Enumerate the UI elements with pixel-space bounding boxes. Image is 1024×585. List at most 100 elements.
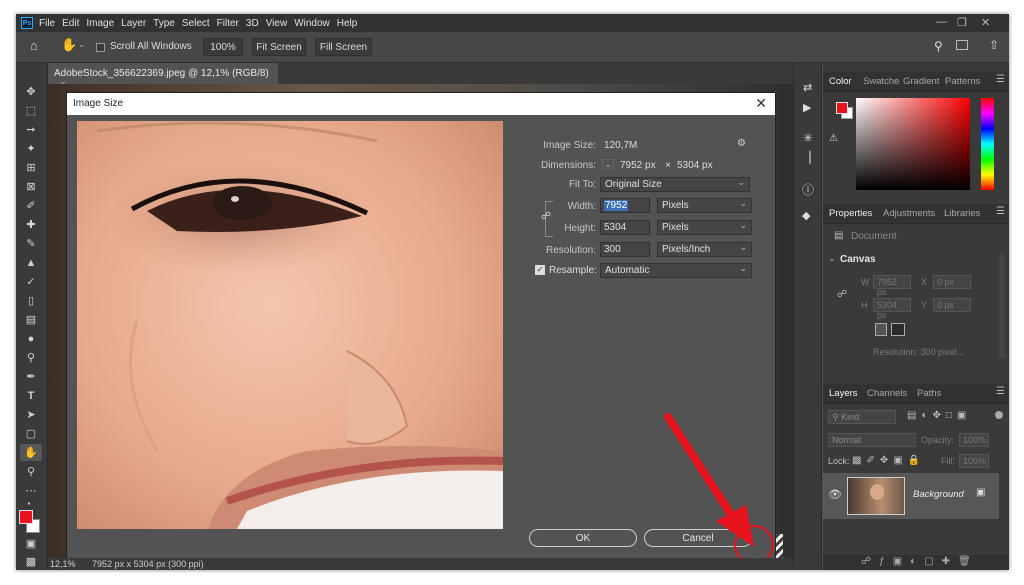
hue-slider[interactable] <box>981 98 994 190</box>
workspace-icon[interactable] <box>956 40 968 50</box>
resample-select[interactable]: Automatic ⌄ <box>600 263 752 278</box>
panel-menu-icon[interactable]: ☰ <box>996 386 1005 397</box>
width-unit-select[interactable]: Pixels ⌄ <box>657 198 752 213</box>
fill-screen-button[interactable]: Fill Screen <box>315 38 372 56</box>
menu-type[interactable]: Type <box>153 18 175 29</box>
healing-brush-icon[interactable]: ✚ <box>20 216 42 233</box>
glyphs-icon[interactable]: ▕ <box>802 151 810 164</box>
rectangle-tool-icon[interactable]: ▢ <box>20 425 42 442</box>
document-tab[interactable]: AdobeStock_356622369.jpeg @ 12,1% (RGB/8… <box>48 63 278 90</box>
panel-menu-icon[interactable]: ☰ <box>996 206 1005 217</box>
blur-tool-icon[interactable]: ● <box>20 330 42 347</box>
gradient-tool-icon[interactable]: ▤ <box>20 311 42 328</box>
actions-icon[interactable]: ▶ <box>803 101 811 114</box>
properties-scrollbar[interactable] <box>999 253 1005 358</box>
dimensions-unit-chevron-icon[interactable]: ⌄ <box>602 159 614 170</box>
pen-tool-icon[interactable]: ✒ <box>20 368 42 385</box>
zoom-tool-icon[interactable]: ⚲ <box>20 463 42 480</box>
canvas-w-field[interactable]: 7952 px <box>873 275 911 297</box>
height-unit-select[interactable]: Pixels ⌄ <box>657 220 752 235</box>
tab-paths[interactable]: Paths <box>917 388 941 399</box>
filter-toggle-icon[interactable] <box>995 411 1003 419</box>
move-tool-icon[interactable]: ✥ <box>20 83 42 100</box>
search-icon[interactable]: ⚲ <box>934 39 943 53</box>
brush-settings-icon[interactable]: ✳ <box>803 131 813 145</box>
hand-tool-icon[interactable]: ✋ <box>61 37 77 53</box>
link-icon[interactable]: ☍ <box>837 289 847 300</box>
tab-layers[interactable]: Layers <box>829 388 858 399</box>
tab-libraries[interactable]: Libraries <box>944 208 980 219</box>
canvas-x-field[interactable]: 0 px <box>933 275 971 289</box>
color-field[interactable] <box>856 98 970 190</box>
color-fg-swatch[interactable] <box>836 102 848 114</box>
lasso-tool-icon[interactable]: ➙ <box>20 121 42 138</box>
visibility-eye-icon[interactable]: 👁 <box>828 488 842 501</box>
eyedropper-icon[interactable]: ✐ <box>20 197 42 214</box>
tab-patterns[interactable]: Patterns <box>945 76 980 87</box>
menu-3d[interactable]: 3D <box>246 18 259 29</box>
brush-tool-icon[interactable]: ✎ <box>20 235 42 252</box>
resample-checkbox[interactable]: ✓ <box>535 265 545 275</box>
info-icon[interactable]: ⓘ <box>802 181 814 198</box>
restore-icon[interactable]: ❐ <box>957 16 967 29</box>
history-brush-icon[interactable]: ✓ <box>20 273 42 290</box>
chevron-down-icon[interactable]: ⌄ <box>78 40 85 49</box>
blend-mode-select[interactable]: Normal <box>828 433 916 447</box>
tab-gradients[interactable]: Gradient <box>903 76 939 87</box>
tab-color[interactable]: Color <box>829 76 852 87</box>
settings-gear-icon[interactable]: ⚙ <box>737 138 746 149</box>
ok-button[interactable]: OK <box>529 529 637 547</box>
canvas-y-field[interactable]: 0 px <box>933 298 971 312</box>
portrait-orientation-icon[interactable] <box>875 323 887 336</box>
layer-footer-icons[interactable]: ☍ƒ▣◐▢✚🗑 <box>861 556 979 567</box>
menu-image[interactable]: Image <box>86 18 114 29</box>
canvas-h-field[interactable]: 5304 px <box>873 298 911 320</box>
type-tool-icon[interactable]: T <box>20 387 42 404</box>
image-preview[interactable] <box>77 121 503 529</box>
home-icon[interactable]: ⌂ <box>30 38 38 53</box>
frame-tool-icon[interactable]: ⊠ <box>20 178 42 195</box>
eraser-tool-icon[interactable]: ▯ <box>20 292 42 309</box>
close-window-icon[interactable]: ✕ <box>981 16 990 29</box>
layer-kind-filter[interactable]: ⚲ Kind <box>828 410 896 424</box>
resolution-input[interactable]: 300 <box>600 242 650 257</box>
menu-view[interactable]: View <box>266 18 288 29</box>
lock-icons[interactable]: ▩✐✥▣🔒 <box>852 455 925 466</box>
minimize-icon[interactable]: — <box>936 16 947 28</box>
path-select-icon[interactable]: ➤ <box>20 406 42 423</box>
screen-mode-icon[interactable]: ▩ <box>20 553 42 570</box>
tab-adjustments[interactable]: Adjustments <box>883 208 935 219</box>
height-input[interactable]: 5304 <box>600 220 650 235</box>
hand-tool-active-icon[interactable]: ✋ <box>20 444 42 461</box>
stamp-tool-icon[interactable]: ▲ <box>20 254 42 271</box>
dodge-tool-icon[interactable]: ⚲ <box>20 349 42 366</box>
width-input[interactable]: 7952 <box>600 198 650 213</box>
collapse-chevron-icon[interactable]: ⌄ <box>828 253 836 264</box>
scroll-all-checkbox[interactable] <box>96 43 105 52</box>
close-dialog-icon[interactable]: ✕ <box>755 95 767 112</box>
marquee-tool-icon[interactable]: ⬚ <box>20 102 42 119</box>
menu-select[interactable]: Select <box>182 18 210 29</box>
layer-row-background[interactable]: 👁 Background ▣ <box>823 473 999 519</box>
fill-field[interactable]: 100% <box>959 454 989 468</box>
menu-file[interactable]: File <box>39 18 55 29</box>
crop-tool-icon[interactable]: ⊞ <box>20 159 42 176</box>
tab-properties[interactable]: Properties <box>829 208 872 219</box>
magic-wand-icon[interactable]: ✦ <box>20 140 42 157</box>
foreground-color-swatch[interactable] <box>19 510 33 524</box>
quick-mask-icon[interactable]: ▣ <box>20 535 42 552</box>
panel-menu-icon[interactable]: ☰ <box>996 74 1005 85</box>
share-icon[interactable]: ⇧ <box>989 38 999 52</box>
link-chain-icon[interactable]: ☍ <box>541 211 551 222</box>
landscape-orientation-icon[interactable] <box>891 323 905 336</box>
tab-channels[interactable]: Channels <box>867 388 907 399</box>
resolution-unit-select[interactable]: Pixels/Inch ⌄ <box>657 242 752 257</box>
opacity-field[interactable]: 100% <box>959 433 989 447</box>
menu-layer[interactable]: Layer <box>121 18 146 29</box>
tab-swatches[interactable]: Swatche <box>863 76 899 87</box>
menu-window[interactable]: Window <box>294 18 330 29</box>
layer-filter-icons[interactable]: ▤◐✥□▣ <box>907 410 971 421</box>
fit-to-select[interactable]: Original Size ⌄ <box>600 177 750 192</box>
fit-screen-button[interactable]: Fit Screen <box>252 38 306 56</box>
menu-edit[interactable]: Edit <box>62 18 79 29</box>
